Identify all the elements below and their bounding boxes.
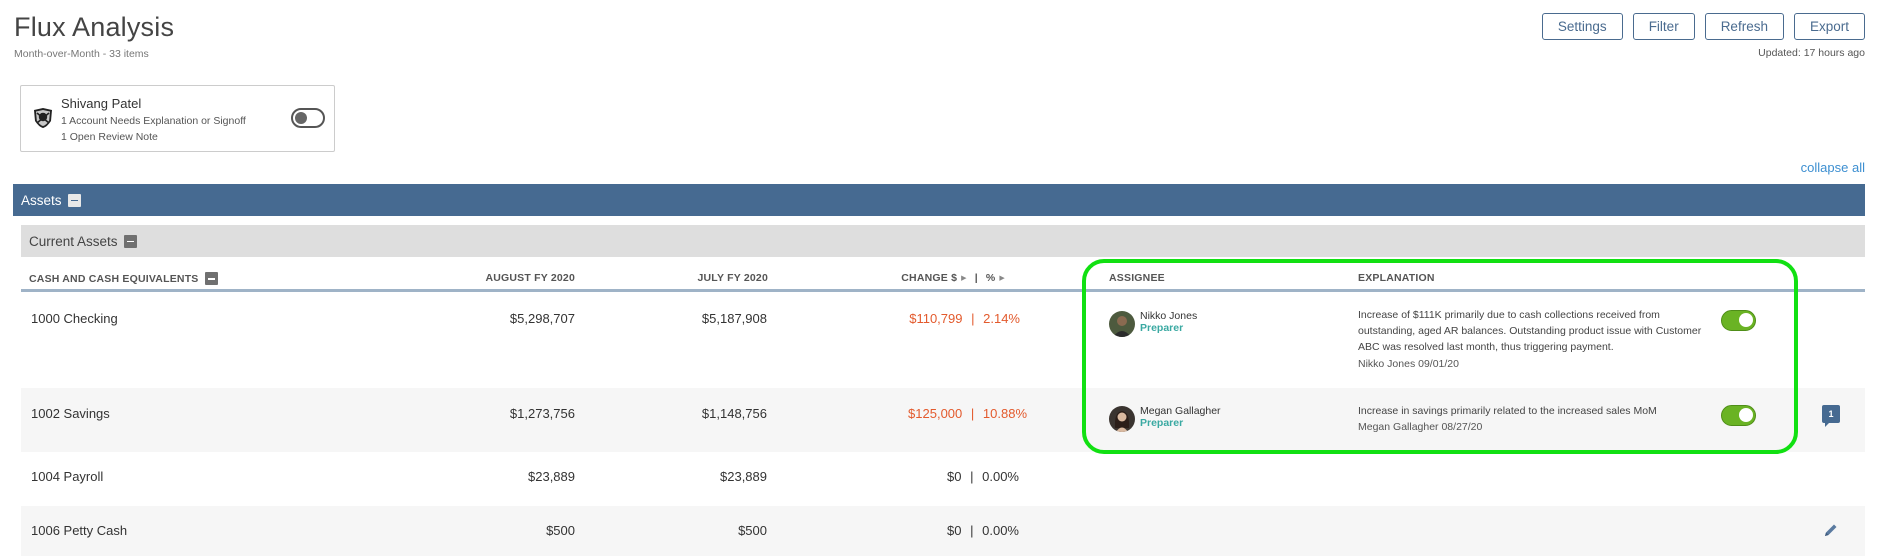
page-subtitle: Month-over-Month - 33 items xyxy=(14,48,149,60)
collapse-minus-icon[interactable] xyxy=(123,234,137,248)
avatar xyxy=(1109,311,1135,337)
signoff-toggle[interactable] xyxy=(1721,310,1756,331)
change-percent-sort[interactable]: % xyxy=(986,272,996,284)
assignee-column-header: ASSIGNEE xyxy=(1109,272,1165,284)
export-button[interactable]: Export xyxy=(1793,13,1865,40)
change-value: $110,799 | 2.14% xyxy=(860,311,1020,326)
collapse-minus-icon[interactable] xyxy=(204,272,218,285)
account-column-header: CASH AND CASH EQUIVALENTS xyxy=(29,272,218,285)
change-value: $125,000 | 10.88% xyxy=(860,406,1027,421)
july-value: $1,148,756 xyxy=(701,406,767,421)
collapse-minus-icon[interactable] xyxy=(67,193,81,207)
column-separator: | xyxy=(974,272,978,284)
change-value: $0 | 0.00% xyxy=(860,523,1019,538)
change-percent: 0.00% xyxy=(982,523,1019,538)
assignee-name: Megan Gallagher xyxy=(1140,405,1221,417)
explanation-text: Increase in savings primarily related to… xyxy=(1358,405,1657,417)
refresh-button[interactable]: Refresh xyxy=(1704,13,1784,40)
settings-button[interactable]: Settings xyxy=(1541,13,1623,40)
sort-caret-icon: ▶ xyxy=(961,275,967,282)
change-percent: 10.88% xyxy=(982,406,1027,421)
change-dollar: $0 xyxy=(947,523,962,538)
change-separator: | xyxy=(970,469,974,484)
july-value: $5,187,908 xyxy=(701,311,767,326)
user-pending-accounts: 1 Account Needs Explanation or Signoff xyxy=(61,115,246,127)
august-value: $5,298,707 xyxy=(509,311,575,326)
user-name: Shivang Patel xyxy=(61,96,142,111)
change-column-header: CHANGE $ ▶ | % ▶ xyxy=(880,272,1005,284)
change-dollar-sort[interactable]: CHANGE $ xyxy=(901,272,957,284)
account-name[interactable]: 1004 Payroll xyxy=(31,469,103,484)
collapse-all-link[interactable]: collapse all xyxy=(1801,160,1865,175)
august-value: $500 xyxy=(546,523,575,538)
explanation-text: Increase of $111K primarily due to cash … xyxy=(1358,309,1702,353)
review-note-icon[interactable]: 1 xyxy=(1822,405,1840,427)
august-column-header[interactable]: AUGUST FY 2020 xyxy=(478,272,575,284)
account-column-label: CASH AND CASH EQUIVALENTS xyxy=(29,272,199,285)
change-percent: 0.00% xyxy=(982,469,1019,484)
current-assets-label: Current Assets xyxy=(29,233,118,249)
july-value: $500 xyxy=(738,523,767,538)
explanation-signoff: Megan Gallagher 08/27/20 xyxy=(1358,421,1483,433)
assignee-name: Nikko Jones xyxy=(1140,310,1198,322)
change-percent: 2.14% xyxy=(983,311,1020,326)
account-name[interactable]: 1006 Petty Cash xyxy=(31,523,127,538)
current-assets-section-header[interactable]: Current Assets xyxy=(21,225,1865,257)
july-column-header[interactable]: JULY FY 2020 xyxy=(668,272,768,284)
assignee-role: Preparer xyxy=(1140,417,1184,429)
user-filter-toggle[interactable] xyxy=(291,108,325,128)
change-dollar: $125,000 xyxy=(908,406,963,421)
sort-caret-icon: ▶ xyxy=(999,275,1005,282)
account-name[interactable]: 1002 Savings xyxy=(31,406,110,421)
explanation-signoff: Nikko Jones 09/01/20 xyxy=(1358,358,1459,370)
updated-timestamp: Updated: 17 hours ago xyxy=(1758,47,1865,59)
july-value: $23,889 xyxy=(720,469,767,484)
august-value: $1,273,756 xyxy=(509,406,575,421)
change-dollar: $110,799 xyxy=(909,311,963,326)
change-separator: | xyxy=(970,523,974,538)
avatar xyxy=(1109,406,1135,432)
user-open-notes: 1 Open Review Note xyxy=(61,131,158,143)
assets-section-label: Assets xyxy=(21,192,62,208)
account-name[interactable]: 1000 Checking xyxy=(31,311,118,326)
change-separator: | xyxy=(971,311,975,326)
page-title: Flux Analysis xyxy=(14,12,175,42)
explanation-column-header: EXPLANATION xyxy=(1358,272,1435,284)
edit-pencil-icon[interactable] xyxy=(1823,522,1839,538)
filter-button[interactable]: Filter xyxy=(1632,13,1695,40)
team-shield-logo-icon xyxy=(34,108,52,128)
signoff-toggle[interactable] xyxy=(1721,405,1756,426)
change-value: $0 | 0.00% xyxy=(860,469,1019,484)
august-value: $23,889 xyxy=(528,469,575,484)
change-separator: | xyxy=(970,406,975,421)
assignee-role: Preparer xyxy=(1140,322,1184,334)
assets-section-header[interactable]: Assets xyxy=(13,184,1865,216)
user-summary-card: Shivang Patel 1 Account Needs Explanatio… xyxy=(20,85,335,152)
change-dollar: $0 xyxy=(947,469,962,484)
toolbar: Settings Filter Refresh Export xyxy=(1541,13,1865,40)
